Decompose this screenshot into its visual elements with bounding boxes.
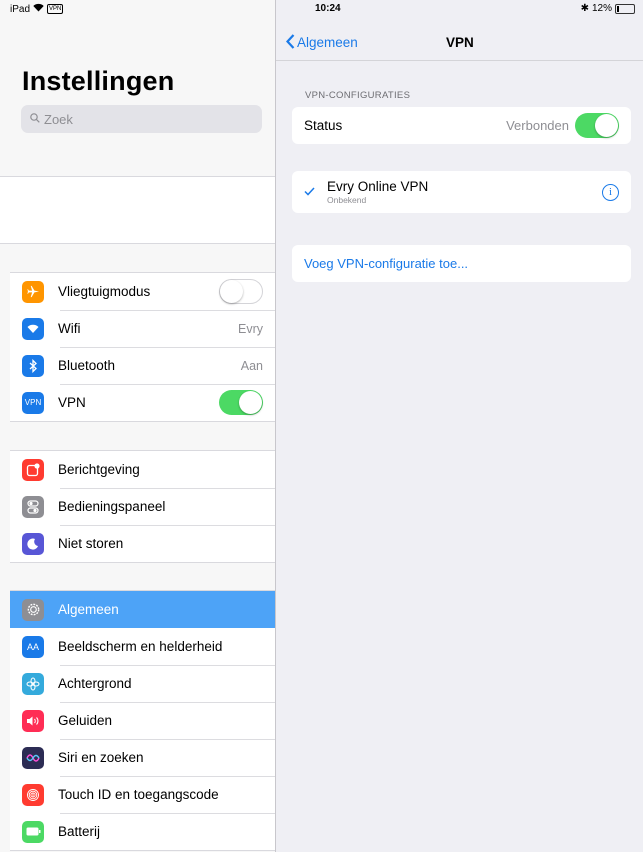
battery-setting-icon — [22, 820, 44, 843]
battery-percent: 12% — [591, 3, 612, 14]
gear-icon — [22, 598, 44, 621]
add-vpn-config-link[interactable]: Voeg VPN-configuratie toe... — [304, 256, 468, 271]
status-time: 10:24 — [315, 3, 341, 14]
vpn-status-row: Status Verbonden — [292, 107, 631, 144]
airplane-mode-toggle[interactable] — [219, 279, 263, 304]
page-title: Instellingen — [22, 66, 175, 96]
vpn-icon: VPN — [22, 391, 44, 414]
vpn-config-row[interactable]: Evry Online VPN Onbekend i — [292, 171, 631, 213]
general-label: Algemeen — [58, 602, 119, 617]
vpn-config-group: Evry Online VPN Onbekend i — [292, 171, 631, 213]
vpn-status-group: Status Verbonden — [292, 107, 631, 144]
wifi-icon — [22, 317, 44, 340]
back-button[interactable]: Algemeen — [286, 34, 358, 51]
vpn-status-toggle[interactable] — [575, 113, 619, 138]
row-touch-id[interactable]: Touch ID en toegangscode — [10, 776, 275, 813]
display-label: Beeldscherm en helderheid — [58, 639, 223, 654]
wallpaper-label: Achtergrond — [58, 676, 132, 691]
wifi-label: Wifi — [58, 321, 81, 336]
vpn-config-status: Onbekend — [327, 195, 367, 205]
bluetooth-value: Aan — [240, 358, 263, 373]
airplane-label: Vliegtuigmodus — [58, 284, 151, 299]
apple-id-card[interactable] — [0, 176, 275, 244]
add-vpn-group: Voeg VPN-configuratie toe... — [292, 245, 631, 282]
toggle-knob — [220, 280, 243, 303]
search-icon — [30, 112, 40, 126]
touch-id-label: Touch ID en toegangscode — [58, 787, 219, 802]
row-vpn[interactable]: VPN VPN — [10, 384, 275, 421]
row-bluetooth[interactable]: Bluetooth Aan — [10, 347, 275, 384]
status-value: Verbonden — [506, 118, 569, 133]
battery-icon — [615, 3, 635, 14]
toggle-knob — [239, 391, 262, 414]
device-label: iPad — [10, 3, 31, 15]
checkmark-icon — [304, 185, 315, 199]
moon-icon — [22, 532, 44, 555]
row-notifications[interactable]: Berichtgeving — [10, 451, 275, 488]
vpn-label: VPN — [58, 395, 86, 410]
control-center-icon — [22, 495, 44, 518]
status-bar-left: iPad VPN — [10, 3, 64, 15]
row-airplane-mode[interactable]: Vliegtuigmodus — [10, 273, 275, 310]
row-wifi[interactable]: Wifi Evry — [10, 310, 275, 347]
detail-title: VPN — [446, 35, 474, 50]
vpn-toggle[interactable] — [219, 390, 263, 415]
bluetooth-status-icon: ✱ — [580, 3, 589, 14]
wallpaper-icon — [22, 672, 44, 695]
toggle-knob — [595, 114, 618, 137]
display-icon: AA — [22, 635, 44, 658]
search-placeholder: Zoek — [44, 111, 73, 127]
vpn-section-header: VPN-CONFIGURATIES — [305, 90, 411, 101]
chevron-left-icon — [286, 34, 295, 51]
connectivity-group: Vliegtuigmodus Wifi Evry Bluetooth Aan V… — [10, 272, 275, 422]
row-sounds[interactable]: Geluiden — [10, 702, 275, 739]
battery-label: Batterij — [58, 824, 101, 839]
sounds-label: Geluiden — [58, 713, 113, 728]
status-label: Status — [304, 118, 343, 133]
control-center-label: Bedieningspaneel — [58, 499, 166, 514]
row-siri[interactable]: Siri en zoeken — [10, 739, 275, 776]
notifications-icon — [22, 458, 44, 481]
notifications-label: Berichtgeving — [58, 462, 140, 477]
add-vpn-row[interactable]: Voeg VPN-configuratie toe... — [292, 245, 631, 282]
general-group: Algemeen AA Beeldscherm en helderheid Ac… — [10, 590, 275, 851]
battery-fill — [617, 5, 619, 12]
siri-icon — [22, 746, 44, 769]
row-control-center[interactable]: Bedieningspaneel — [10, 488, 275, 525]
status-bar-right: ✱ 12% — [581, 3, 635, 14]
row-battery[interactable]: Batterij — [10, 813, 275, 850]
info-icon[interactable]: i — [602, 183, 619, 201]
notifications-group: Berichtgeving Bedieningspaneel Niet stor… — [10, 450, 275, 563]
do-not-disturb-label: Niet storen — [58, 536, 124, 551]
row-general[interactable]: Algemeen — [10, 591, 275, 628]
wifi-value: Evry — [238, 321, 263, 336]
bluetooth-icon — [22, 354, 44, 377]
airplane-icon — [22, 280, 44, 303]
nav-separator — [276, 60, 643, 61]
wifi-status-icon — [33, 3, 44, 15]
row-do-not-disturb[interactable]: Niet storen — [10, 525, 275, 562]
row-wallpaper[interactable]: Achtergrond — [10, 665, 275, 702]
vpn-config-text: Evry Online VPN Onbekend — [327, 179, 428, 205]
vpn-config-name: Evry Online VPN — [327, 179, 429, 194]
vpn-status-badge: VPN — [47, 4, 64, 14]
siri-label: Siri en zoeken — [58, 750, 144, 765]
search-input[interactable]: Zoek — [21, 105, 262, 133]
bluetooth-label: Bluetooth — [58, 358, 116, 373]
fingerprint-icon — [22, 783, 44, 806]
back-label: Algemeen — [297, 35, 358, 50]
row-display[interactable]: AA Beeldscherm en helderheid — [10, 628, 275, 665]
sounds-icon — [22, 709, 44, 732]
